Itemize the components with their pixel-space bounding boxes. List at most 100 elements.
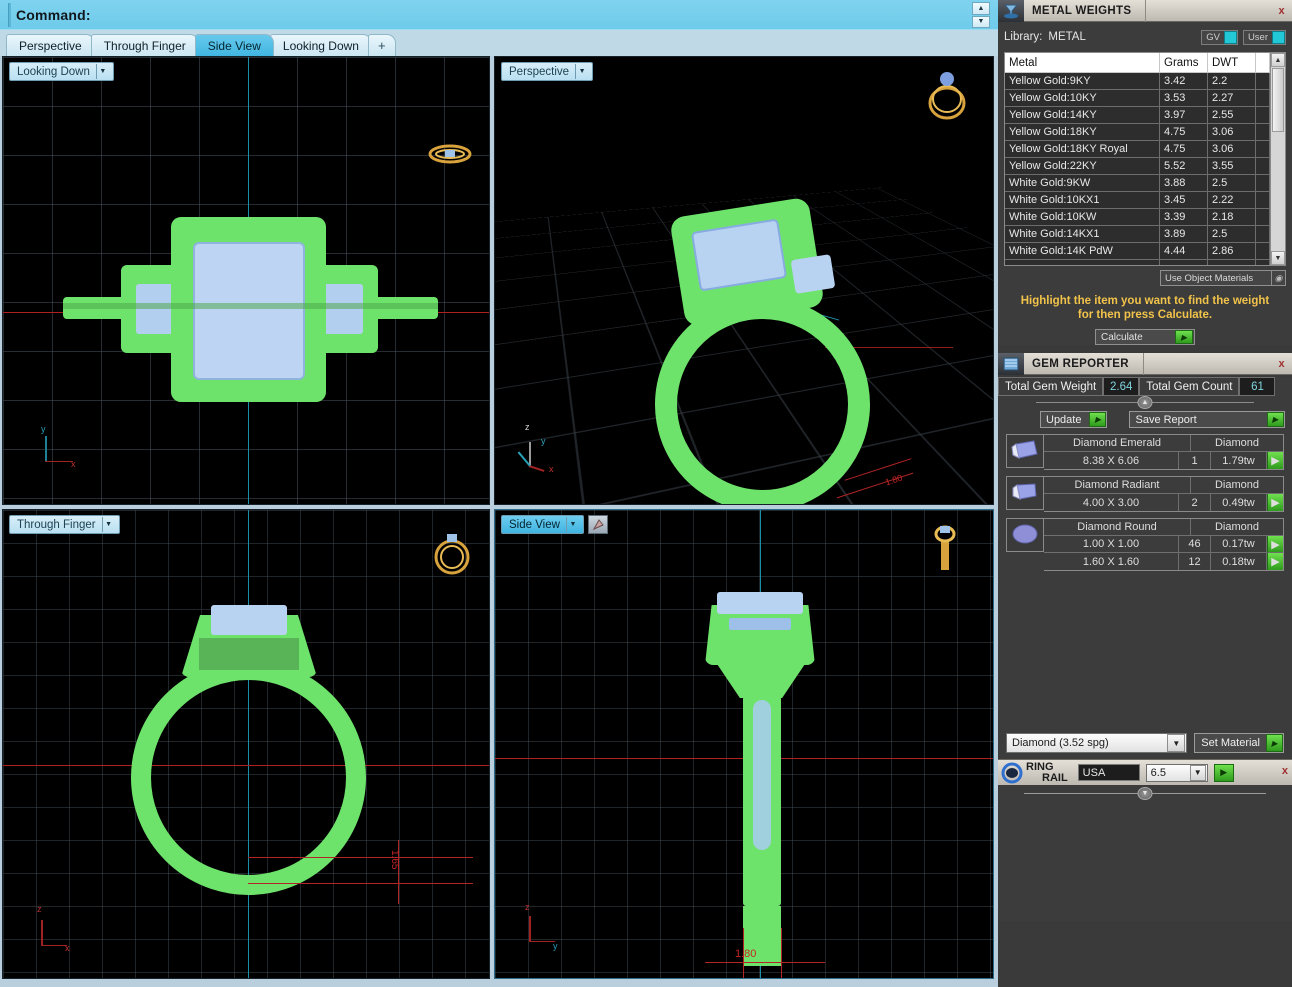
scrollbar-track[interactable] [1271, 133, 1285, 251]
dimension-label-side-view: 1.80 [735, 948, 757, 960]
table-row-partial[interactable] [1005, 260, 1270, 265]
chevron-down-icon[interactable]: ▼ [95, 64, 109, 79]
toggle-user[interactable]: User [1242, 29, 1286, 45]
toggle-gv-indicator[interactable] [1223, 30, 1237, 44]
gem-row-detail[interactable]: 4.00 X 3.00 2 0.49tw ▶ [1044, 494, 1283, 511]
table-row[interactable]: Yellow Gold:18KY Royal 4.75 3.06 [1005, 141, 1270, 158]
view-tab-strip: Perspective Through Finger Side View Loo… [0, 30, 998, 56]
close-icon[interactable]: x [1274, 3, 1289, 18]
hint-line-1: Highlight the item you want to find the … [1020, 295, 1270, 307]
set-material-button[interactable]: Set Material ▶ [1194, 733, 1284, 753]
gem-row-detail[interactable]: 8.38 X 6.06 1 1.79tw ▶ [1044, 452, 1283, 469]
play-arrow-icon[interactable]: ▶ [1267, 536, 1283, 553]
chevron-down-icon[interactable]: ▼ [1167, 734, 1186, 752]
cell-spacer [1256, 226, 1270, 243]
tab-perspective[interactable]: Perspective [6, 34, 95, 56]
gem-total-weight: 0.17tw [1211, 536, 1267, 553]
play-arrow-icon[interactable]: ▶ [1267, 494, 1283, 511]
gem-reporter-collapse-divider[interactable]: ▲ [998, 396, 1292, 409]
gem-rows: Diamond Emerald Diamond 8.38 X 6.06 1 1.… [1044, 434, 1284, 470]
chevron-down-icon[interactable]: ▼ [1189, 764, 1206, 781]
cell-dwt [1208, 260, 1256, 265]
play-arrow-icon[interactable]: ▶ [1089, 412, 1107, 427]
gem-emerald-icon [1006, 434, 1044, 468]
cell-dwt: 2.27 [1208, 90, 1256, 107]
collapse-up-icon[interactable]: ▲ [1137, 396, 1153, 409]
table-row[interactable]: Yellow Gold:10KY 3.53 2.27 [1005, 90, 1270, 107]
gem-row-detail[interactable]: 1.00 X 1.00 46 0.17tw ▶ [1044, 536, 1283, 553]
viewport-looking-down[interactable]: Looking Down ▼ y x [2, 56, 490, 505]
viewport-label-text: Perspective [509, 65, 570, 78]
chevron-down-icon[interactable]: ▼ [101, 517, 115, 532]
close-icon[interactable]: x [1274, 356, 1289, 371]
play-arrow-icon[interactable]: ▶ [1267, 452, 1283, 469]
table-row[interactable]: Yellow Gold:18KY 4.75 3.06 [1005, 124, 1270, 141]
gem-group-round[interactable]: Diamond Round Diamond 1.00 X 1.00 46 0.1… [1006, 518, 1284, 571]
viewport-through-finger[interactable]: Through Finger ▼ 1.65 z x [2, 509, 490, 979]
save-report-button[interactable]: Save Report ▶ [1129, 411, 1285, 428]
ring-rail-title-line1: RING [1026, 760, 1054, 773]
viewport-label-through-finger[interactable]: Through Finger ▼ [9, 515, 120, 534]
cell-spacer [1256, 209, 1270, 226]
table-row[interactable]: Yellow Gold:14KY 3.97 2.55 [1005, 107, 1270, 124]
command-scroll-up[interactable]: ▲ [972, 2, 990, 15]
scrollbar-thumb[interactable] [1272, 68, 1284, 132]
play-arrow-icon[interactable]: ▶ [1175, 330, 1193, 344]
scroll-down-arrow[interactable]: ▼ [1271, 251, 1285, 265]
viewport-side-view[interactable]: Side View ▼ 1.80 z y [494, 509, 994, 979]
toggle-gv[interactable]: GV [1201, 29, 1238, 45]
table-row[interactable]: White Gold:10KW 3.39 2.18 [1005, 209, 1270, 226]
table-row[interactable]: White Gold:14KX1 3.89 2.5 [1005, 226, 1270, 243]
tab-looking-down[interactable]: Looking Down [269, 34, 372, 56]
play-arrow-icon[interactable]: ▶ [1267, 553, 1283, 570]
command-scroll-down[interactable]: ▼ [972, 15, 990, 28]
gem-reporter-body: Total Gem Weight 2.64 Total Gem Count 61… [998, 377, 1292, 759]
cell-grams: 3.97 [1160, 107, 1208, 124]
ring-rail-collapse-divider[interactable]: ▼ [998, 785, 1292, 801]
update-button[interactable]: Update ▶ [1040, 411, 1108, 428]
ring-rail-apply-button[interactable]: ▶ [1213, 763, 1234, 782]
ring-size-dropdown[interactable]: 6.5 ▼ [1145, 763, 1208, 782]
use-object-materials-label: Use Object Materials [1165, 272, 1254, 284]
gem-group-emerald[interactable]: Diamond Emerald Diamond 8.38 X 6.06 1 1.… [1006, 434, 1284, 470]
chevron-down-icon[interactable]: ▼ [565, 517, 579, 532]
viewport-label-perspective[interactable]: Perspective ▼ [501, 62, 594, 81]
gem-row-detail[interactable]: 1.60 X 1.60 12 0.18tw ▶ [1044, 553, 1283, 570]
cell-metal: Yellow Gold:18KY Royal [1005, 141, 1160, 158]
viewport-label-looking-down[interactable]: Looking Down ▼ [9, 62, 114, 81]
play-arrow-icon[interactable]: ▶ [1266, 412, 1284, 427]
chevron-down-icon[interactable]: ▼ [575, 64, 588, 79]
play-arrow-icon[interactable]: ▶ [1266, 734, 1283, 752]
table-row[interactable]: Yellow Gold:22KY 5.52 3.55 [1005, 158, 1270, 175]
ring-rail-header: RING RAIL USA 6.5 ▼ ▶ x [998, 759, 1292, 785]
collapse-down-icon[interactable]: ▼ [1137, 787, 1153, 800]
table-row[interactable]: Yellow Gold:9KY 3.42 2.2 [1005, 73, 1270, 90]
viewport-display-mode-button[interactable] [588, 515, 608, 534]
viewport-label-text: Through Finger [17, 518, 96, 531]
ring-size-region-field[interactable]: USA [1077, 764, 1140, 781]
dimension-line [248, 857, 473, 858]
gem-group-radiant[interactable]: Diamond Radiant Diamond 4.00 X 3.00 2 0.… [1006, 476, 1284, 512]
calculate-button[interactable]: Calculate ▶ [1095, 329, 1195, 345]
scroll-up-arrow[interactable]: ▲ [1271, 53, 1285, 67]
cell-spacer [1256, 175, 1270, 192]
table-row[interactable]: White Gold:14K PdW 4.44 2.86 [1005, 243, 1270, 260]
command-bar[interactable]: Command: ▲ ▼ [0, 0, 998, 30]
viewport-perspective[interactable]: Perspective ▼ 1.80 z y x [494, 56, 994, 505]
tab-side-view[interactable]: Side View [194, 34, 274, 56]
tab-add-view-button[interactable]: + [367, 34, 396, 56]
viewport-label-text: Side View [509, 518, 560, 531]
table-row[interactable]: White Gold:10KX1 3.45 2.22 [1005, 192, 1270, 209]
metal-table-scrollbar[interactable]: ▲ ▼ [1271, 52, 1286, 266]
close-icon[interactable]: x [1282, 765, 1288, 777]
table-row[interactable]: White Gold:9KW 3.88 2.5 [1005, 175, 1270, 192]
metal-weights-table[interactable]: Metal Grams DWT Yellow Gold:9KY 3.42 2.2… [1004, 52, 1271, 266]
command-scroll-spinner[interactable]: ▲ ▼ [972, 2, 990, 28]
viewport-label-side-view[interactable]: Side View ▼ [501, 515, 584, 534]
tab-through-finger[interactable]: Through Finger [90, 34, 199, 56]
gem-list-empty-space [1006, 577, 1284, 727]
material-dropdown[interactable]: Diamond (3.52 spg) ▼ [1006, 733, 1188, 753]
gear-icon[interactable]: ◉ [1271, 271, 1285, 285]
use-object-materials-button[interactable]: Use Object Materials ◉ [1160, 270, 1286, 286]
toggle-user-indicator[interactable] [1272, 30, 1285, 44]
